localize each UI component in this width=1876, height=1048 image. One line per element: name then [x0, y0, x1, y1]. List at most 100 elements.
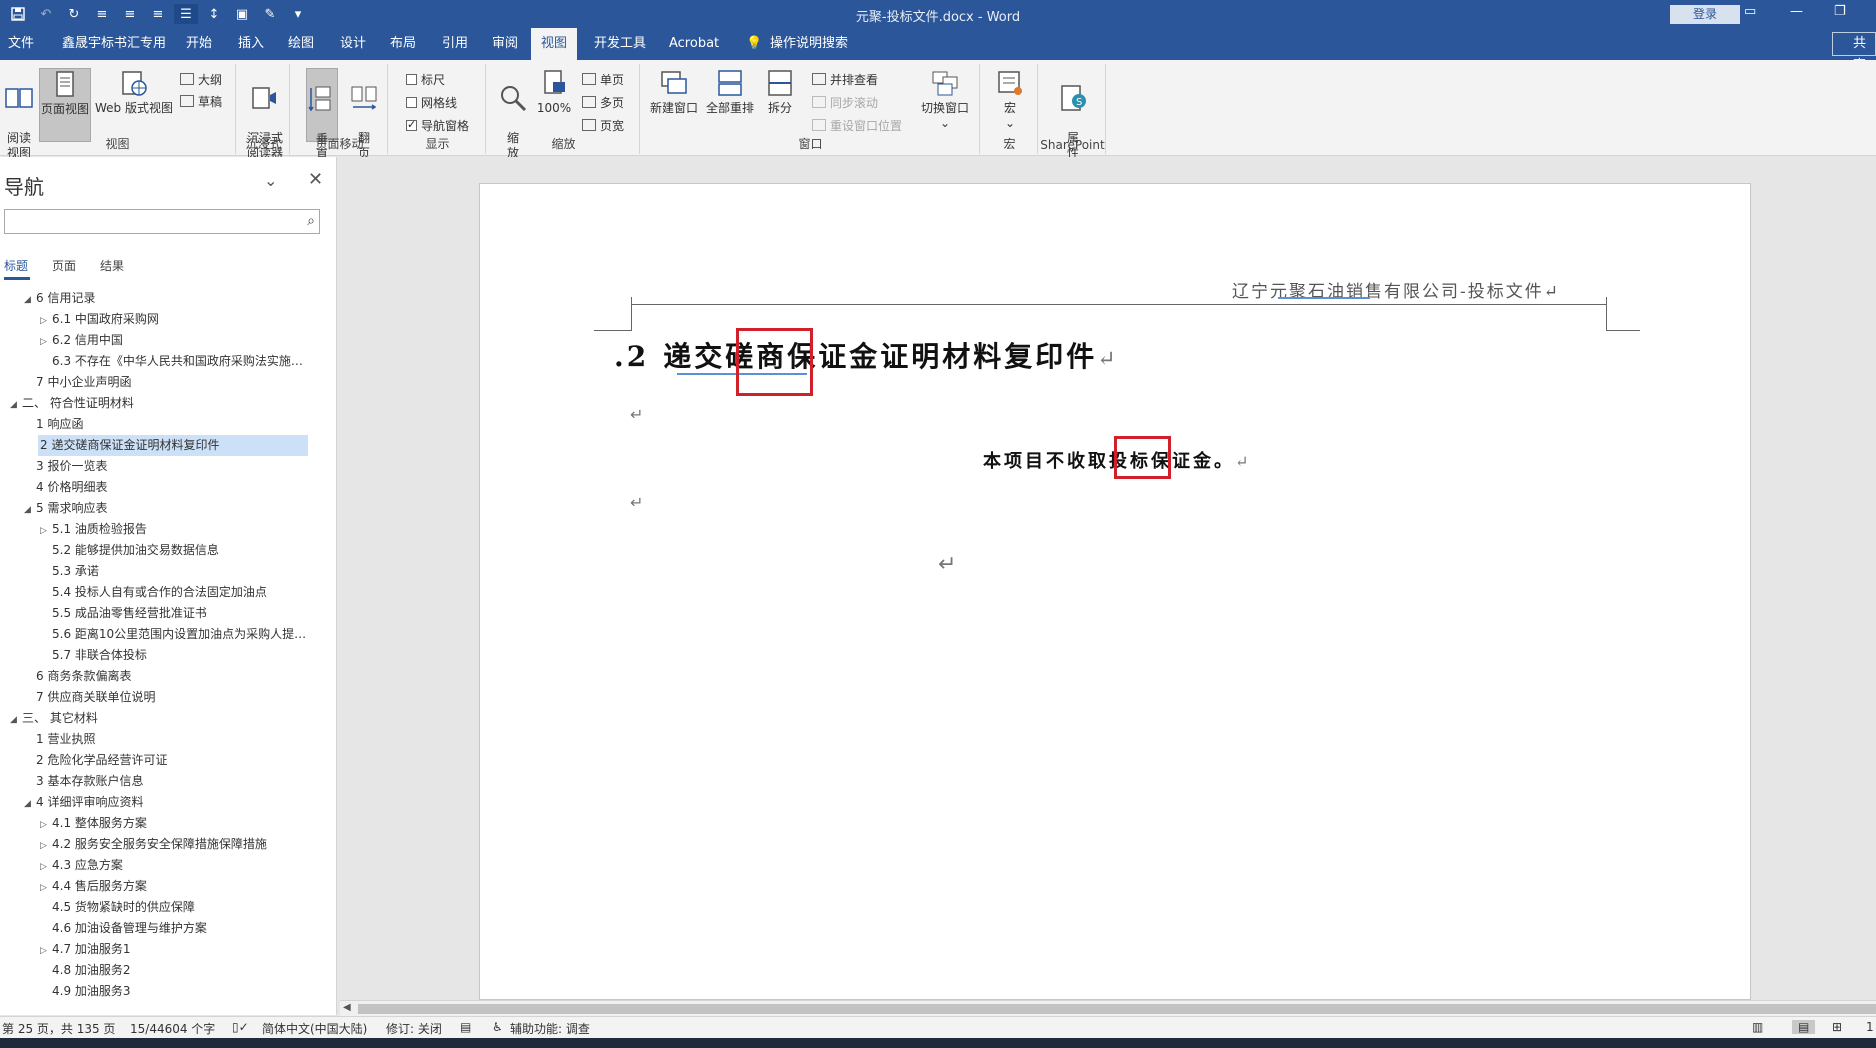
tab-home[interactable]: 开始: [184, 28, 214, 60]
nav-heading-item[interactable]: ◢ 4 详细评审响应资料: [0, 792, 320, 813]
nav-heading-item[interactable]: ◢ 三、 其它材料: [0, 708, 320, 729]
nav-heading-item[interactable]: ▷ 4.4 售后服务方案: [0, 876, 320, 897]
nav-pane-checkbox[interactable]: 导航窗格: [406, 116, 469, 134]
nav-heading-item[interactable]: 1 响应函: [0, 414, 320, 435]
nav-tab-headings[interactable]: 标题: [4, 257, 38, 280]
nav-heading-item[interactable]: 6 商务条款偏离表: [0, 666, 320, 687]
tab-draw[interactable]: 绘图: [286, 28, 316, 60]
section-heading[interactable]: .2 递交磋商保证金证明材料复印件↵: [614, 335, 1119, 375]
document-page[interactable]: [479, 183, 1751, 1000]
nav-heading-item[interactable]: ◢ 二、 符合性证明材料: [0, 393, 320, 414]
search-icon[interactable]: ⌕: [307, 213, 315, 229]
web-layout-button[interactable]: Web 版式视图: [93, 68, 175, 116]
nav-heading-item[interactable]: 2 危险化学品经营许可证: [0, 750, 320, 771]
nav-heading-item[interactable]: ▷ 4.7 加油服务1: [0, 939, 320, 960]
scroll-left-icon[interactable]: ◀: [343, 1002, 351, 1013]
side-by-side-button[interactable]: 并排查看: [812, 70, 878, 88]
ribbon-display-icon[interactable]: ▭: [1744, 4, 1756, 19]
nav-heading-item[interactable]: 4.9 加油服务3: [0, 981, 320, 1002]
expand-triangle-icon[interactable]: ▷: [40, 836, 52, 855]
print-layout-button[interactable]: 页面视图: [39, 68, 91, 142]
expand-triangle-icon[interactable]: ▷: [40, 521, 52, 540]
word-count[interactable]: 15/44604 个字: [130, 1020, 215, 1037]
nav-heading-item[interactable]: 4.6 加油设备管理与维护方案: [0, 918, 320, 939]
read-mode-view-icon[interactable]: ▥: [1752, 1020, 1763, 1034]
nav-heading-item[interactable]: 2 递交磋商保证金证明材料复印件: [38, 435, 308, 456]
collapse-triangle-icon[interactable]: ◢: [10, 710, 22, 729]
nav-heading-item[interactable]: 1 营业执照: [0, 729, 320, 750]
accessibility-status[interactable]: 辅助功能: 调查: [510, 1020, 590, 1037]
multi-page-button[interactable]: 多页: [582, 93, 624, 111]
nav-heading-item[interactable]: 5.4 投标人自有或合作的合法固定加油点: [0, 582, 320, 603]
minimize-icon[interactable]: —: [1790, 4, 1803, 19]
macro-record-icon[interactable]: ▤: [460, 1020, 471, 1034]
zoom-100-button[interactable]: 100%: [534, 68, 574, 116]
web-layout-view-icon[interactable]: ⊞: [1832, 1020, 1842, 1034]
zoom-level[interactable]: 1: [1866, 1020, 1874, 1034]
tab-references[interactable]: 引用: [440, 28, 470, 60]
expand-triangle-icon[interactable]: ▷: [40, 332, 52, 351]
nav-heading-item[interactable]: 3 基本存款账户信息: [0, 771, 320, 792]
proofing-icon[interactable]: ▯✓: [232, 1020, 249, 1034]
nav-heading-item[interactable]: ◢ 6 信用记录: [0, 288, 320, 309]
expand-triangle-icon[interactable]: ▷: [40, 941, 52, 960]
nav-tab-results[interactable]: 结果: [100, 257, 134, 280]
tell-me-search[interactable]: 操作说明搜索: [768, 28, 850, 60]
page-count[interactable]: 第 25 页，共 135 页: [2, 1020, 115, 1037]
tab-review[interactable]: 审阅: [490, 28, 520, 60]
gridlines-check-icon[interactable]: [406, 96, 417, 108]
tab-layout[interactable]: 布局: [388, 28, 418, 60]
outline-button[interactable]: 大纲: [180, 70, 222, 88]
login-button[interactable]: 登录: [1670, 5, 1740, 24]
one-page-button[interactable]: 单页: [582, 70, 624, 88]
ruler-checkbox[interactable]: 标尺: [406, 70, 445, 88]
nav-heading-item[interactable]: ▷ 6.1 中国政府采购网: [0, 309, 320, 330]
nav-heading-item[interactable]: 6.3 不存在《中华人民共和国政府采购法实施…: [0, 351, 320, 372]
nav-heading-item[interactable]: 4 价格明细表: [0, 477, 320, 498]
nav-heading-item[interactable]: 4.8 加油服务2: [0, 960, 320, 981]
vertical-button[interactable]: 垂 直: [306, 68, 338, 161]
new-window-button[interactable]: 新建窗口: [648, 68, 700, 116]
language-status[interactable]: 简体中文(中国大陆): [262, 1020, 367, 1037]
nav-heading-item[interactable]: 5.2 能够提供加油交易数据信息: [0, 540, 320, 561]
nav-heading-item[interactable]: 4.5 货物紧缺时的供应保障: [0, 897, 320, 918]
expand-triangle-icon[interactable]: ▷: [40, 878, 52, 897]
tab-view[interactable]: 视图: [531, 28, 578, 60]
collapse-triangle-icon[interactable]: ◢: [24, 794, 36, 813]
horizontal-scrollbar[interactable]: ◀: [340, 1000, 1876, 1016]
nav-pane-check-icon[interactable]: [406, 118, 417, 131]
tab-design[interactable]: 设计: [338, 28, 368, 60]
arrange-all-button[interactable]: 全部重排: [704, 68, 756, 116]
tab-custom[interactable]: 鑫晟宇标书汇专用: [60, 28, 168, 60]
nav-heading-item[interactable]: 5.6 距离10公里范围内设置加油点为采购人提…: [0, 624, 320, 645]
reset-position-button[interactable]: 重设窗口位置: [812, 116, 902, 134]
page-width-button[interactable]: 页宽: [582, 116, 624, 134]
nav-heading-item[interactable]: ▷ 5.1 油质检验报告: [0, 519, 320, 540]
nav-heading-item[interactable]: ▷ 4.3 应急方案: [0, 855, 320, 876]
tab-insert[interactable]: 插入: [236, 28, 266, 60]
ruler-check-icon[interactable]: [406, 73, 417, 85]
scroll-thumb[interactable]: [358, 1004, 1876, 1014]
collapse-triangle-icon[interactable]: ◢: [24, 290, 36, 309]
close-icon[interactable]: ✕: [308, 169, 323, 190]
switch-windows-button[interactable]: 切换窗口 ⌄: [918, 68, 972, 131]
tab-file[interactable]: 文件: [6, 28, 36, 60]
collapse-triangle-icon[interactable]: ◢: [10, 395, 22, 414]
nav-heading-item[interactable]: 3 报价一览表: [0, 456, 320, 477]
expand-triangle-icon[interactable]: ▷: [40, 311, 52, 330]
nav-heading-item[interactable]: 7 供应商关联单位说明: [0, 687, 320, 708]
accessibility-icon[interactable]: ♿: [492, 1020, 503, 1034]
nav-heading-item[interactable]: 5.5 成品油零售经营批准证书: [0, 603, 320, 624]
split-button[interactable]: 拆分: [762, 68, 798, 116]
print-layout-view-icon[interactable]: ▤: [1792, 1020, 1816, 1034]
expand-triangle-icon[interactable]: ▷: [40, 815, 52, 834]
draft-button[interactable]: 草稿: [180, 92, 222, 110]
share-button[interactable]: 共享: [1832, 32, 1876, 73]
collapse-triangle-icon[interactable]: ◢: [24, 500, 36, 519]
tab-acrobat[interactable]: Acrobat: [667, 28, 721, 60]
macros-button[interactable]: 宏 ⌄: [992, 68, 1028, 131]
nav-heading-item[interactable]: ▷ 4.1 整体服务方案: [0, 813, 320, 834]
gridlines-checkbox[interactable]: 网格线: [406, 93, 457, 111]
sync-scroll-button[interactable]: 同步滚动: [812, 93, 878, 111]
nav-heading-item[interactable]: ▷ 4.2 服务安全服务安全保障措施保障措施: [0, 834, 320, 855]
